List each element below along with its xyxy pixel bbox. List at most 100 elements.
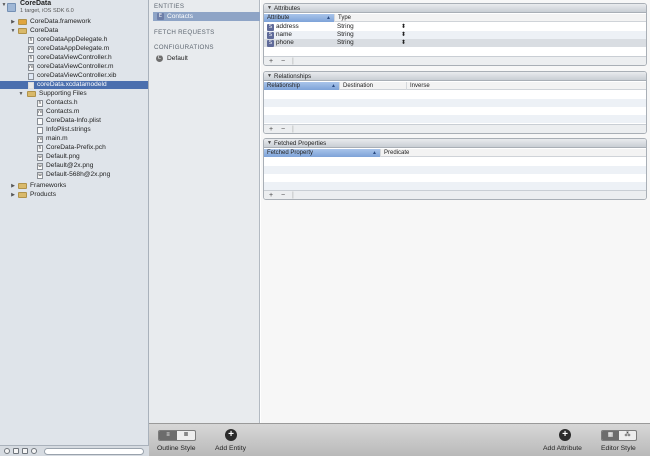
nav-item-file[interactable]: InfoPlist.strings — [0, 126, 148, 134]
attribute-row[interactable]: S address String ⬍ — [264, 23, 646, 31]
attribute-row[interactable]: S name String ⬍ — [264, 31, 646, 39]
outline-style-list-icon[interactable]: ≡ — [159, 431, 177, 440]
relationships-panel-header[interactable]: ▼ Relationships — [264, 72, 646, 81]
nav-item-label: Default.png — [46, 153, 80, 160]
folder-icon — [27, 91, 36, 97]
disclosure-triangle-icon[interactable]: ▶ — [10, 182, 16, 190]
add-entity-icon[interactable]: + — [225, 429, 237, 441]
nav-item-label: coreDataAppDelegate.m — [37, 45, 110, 52]
column-label: Fetched Property — [267, 150, 314, 156]
string-type-badge-icon: S — [267, 23, 274, 31]
attribute-type[interactable]: String — [337, 23, 354, 31]
unsaved-filter-icon[interactable] — [22, 448, 28, 454]
destination-column-header[interactable]: Destination — [339, 82, 406, 90]
nav-item-file[interactable]: h Contacts.h — [0, 99, 148, 107]
relationship-column-header[interactable]: Relationship ▲ — [264, 82, 339, 90]
nav-item-products[interactable]: ▶ Products — [0, 191, 148, 199]
column-label: Type — [338, 15, 352, 21]
add-attribute-icon[interactable]: + — [559, 429, 571, 441]
add-attribute-label[interactable]: Add Attribute — [543, 445, 582, 452]
nav-item-label: main.m — [46, 135, 68, 142]
attribute-type[interactable]: String — [337, 39, 354, 47]
nav-item-file[interactable]: coreDataViewController.xib — [0, 72, 148, 80]
implementation-file-icon: m — [37, 135, 43, 143]
nav-item-file[interactable]: w Default@2x.png — [0, 162, 148, 170]
attribute-row[interactable]: S phone String ⬍ — [264, 39, 646, 47]
disclosure-triangle-icon[interactable]: ▼ — [10, 27, 16, 35]
fetched-properties-panel: ▼ Fetched Properties Fetched Property ▲ … — [263, 138, 647, 200]
nav-item-file[interactable]: m main.m — [0, 135, 148, 143]
nav-item-file[interactable]: h coreDataViewController.h — [0, 54, 148, 62]
editor-style-graph-icon[interactable]: ⁂ — [619, 431, 636, 440]
column-label: Attribute — [267, 15, 290, 21]
editor-style-segmented-control[interactable]: ▦ ⁂ — [601, 430, 637, 441]
nav-item-label: CoreData — [30, 27, 59, 34]
add-fetched-property-button[interactable]: + — [269, 191, 273, 199]
column-label: Inverse — [410, 83, 430, 89]
attribute-column-header[interactable]: Attribute ▲ — [264, 14, 334, 22]
attribute-type[interactable]: String — [337, 31, 354, 39]
nav-item-file[interactable]: w Default.png — [0, 153, 148, 161]
navigator-filter-field[interactable] — [44, 447, 144, 455]
nav-item-file[interactable]: h coreDataAppDelegate.h — [0, 36, 148, 44]
nav-item-file[interactable]: w Default-568h@2x.png — [0, 171, 148, 179]
datamodel-file-icon — [28, 81, 34, 89]
remove-relationship-button[interactable]: − — [281, 125, 285, 133]
collapse-triangle-icon[interactable]: ▼ — [267, 72, 272, 81]
recent-files-icon[interactable] — [4, 448, 10, 454]
string-type-badge-icon: S — [267, 31, 274, 39]
fetch-requests-section-title: FETCH REQUESTS — [154, 29, 215, 36]
configuration-badge-icon: C — [156, 55, 163, 62]
nav-item-frameworks[interactable]: ▶ Frameworks — [0, 182, 148, 190]
column-label: Predicate — [384, 150, 410, 156]
add-attribute-button[interactable]: + — [269, 57, 273, 65]
attribute-name[interactable]: name — [276, 31, 292, 39]
predicate-column-header[interactable]: Predicate — [380, 149, 500, 157]
nav-item-file[interactable]: m Contacts.m — [0, 108, 148, 116]
nav-item-file[interactable]: m coreDataViewController.m — [0, 63, 148, 71]
nav-item-file[interactable]: CoreData-Info.plist — [0, 117, 148, 125]
disclosure-triangle-icon[interactable]: ▼ — [18, 90, 24, 98]
disclosure-triangle-icon[interactable]: ▶ — [10, 191, 16, 199]
project-root-row[interactable]: ▼ CoreData 1 target, iOS SDK 6.0 — [0, 0, 148, 16]
entity-contacts[interactable]: E Contacts — [153, 12, 260, 21]
scm-status-icon[interactable] — [31, 448, 37, 454]
fetched-properties-panel-header[interactable]: ▼ Fetched Properties — [264, 139, 646, 148]
nav-item-datamodel-selected[interactable]: coreData.xcdatamodeld — [0, 81, 148, 89]
nav-item-coredata-group[interactable]: ▼ CoreData — [0, 27, 148, 35]
editor-style-label: Editor Style — [601, 445, 636, 452]
nav-item-coredata-framework[interactable]: ▶ CoreData.framework — [0, 18, 148, 26]
type-popup-arrows-icon[interactable]: ⬍ — [401, 23, 406, 31]
nav-item-supporting-files[interactable]: ▼ Supporting Files — [0, 90, 148, 98]
type-popup-arrows-icon[interactable]: ⬍ — [401, 39, 406, 47]
source-control-filter-icon[interactable] — [13, 448, 19, 454]
nav-item-file[interactable]: m coreDataAppDelegate.m — [0, 45, 148, 53]
type-popup-arrows-icon[interactable]: ⬍ — [401, 31, 406, 39]
relationships-footer: + − | — [264, 124, 646, 133]
remove-fetched-property-button[interactable]: − — [281, 191, 285, 199]
outline-style-segmented-control[interactable]: ≡ ≣ — [158, 430, 196, 441]
type-column-header[interactable]: Type — [334, 14, 414, 22]
collapse-triangle-icon[interactable]: ▼ — [267, 4, 272, 13]
attribute-name[interactable]: phone — [276, 39, 294, 47]
outline-style-hierarchy-icon[interactable]: ≣ — [177, 431, 195, 440]
fetched-properties-title: Fetched Properties — [274, 140, 327, 147]
nav-item-label: Default@2x.png — [46, 162, 94, 169]
inverse-column-header[interactable]: Inverse — [406, 82, 496, 90]
configuration-label: Default — [167, 55, 188, 62]
disclosure-triangle-icon[interactable]: ▶ — [10, 18, 16, 26]
nav-item-file[interactable]: h CoreData-Prefix.pch — [0, 144, 148, 152]
nav-item-label: CoreData-Prefix.pch — [46, 144, 106, 151]
remove-attribute-button[interactable]: − — [281, 57, 285, 65]
attribute-name[interactable]: address — [276, 23, 299, 31]
nav-item-label: InfoPlist.strings — [46, 126, 91, 133]
collapse-triangle-icon[interactable]: ▼ — [267, 139, 272, 148]
fetched-property-column-header[interactable]: Fetched Property ▲ — [264, 149, 380, 157]
editor-style-table-icon[interactable]: ▦ — [602, 431, 619, 440]
empty-row — [264, 115, 646, 123]
configuration-default[interactable]: C Default — [155, 54, 259, 63]
header-file-icon: h — [37, 144, 43, 152]
add-entity-label[interactable]: Add Entity — [215, 445, 246, 452]
attributes-panel-header[interactable]: ▼ Attributes — [264, 4, 646, 13]
add-relationship-button[interactable]: + — [269, 125, 273, 133]
